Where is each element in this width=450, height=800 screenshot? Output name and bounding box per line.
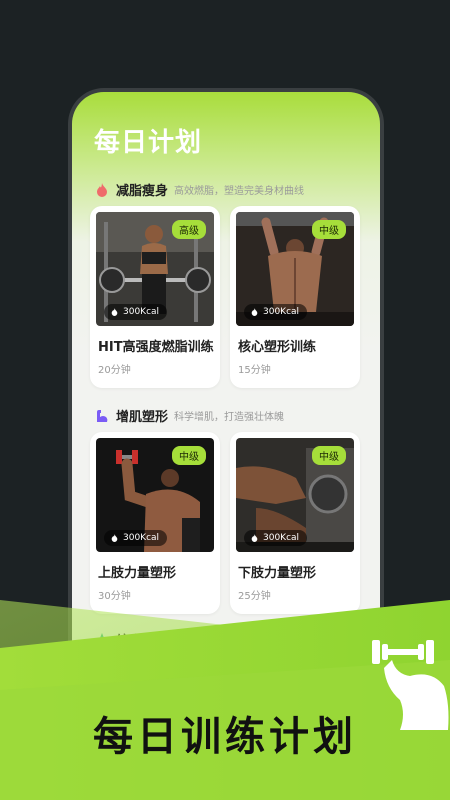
workout-photo: 高级 300Kcal bbox=[96, 212, 214, 326]
calorie-badge: 300Kcal bbox=[104, 304, 168, 320]
flame-icon bbox=[111, 534, 118, 542]
section-title: 综合能力 bbox=[116, 634, 169, 649]
star-icon bbox=[95, 632, 109, 647]
calorie-value: 300Kcal bbox=[263, 307, 300, 317]
workout-name: 上肢力量塑形 bbox=[98, 566, 177, 581]
workout-photo: 中级 300Kcal bbox=[236, 438, 354, 552]
flexed-arm-icon bbox=[97, 409, 108, 422]
workout-card-hiit[interactable]: 高级 300Kcal HIT高强度燃脂训练 20分钟 bbox=[90, 206, 220, 388]
section-subtitle: 高效燃脂，塑造完美身材曲线 bbox=[174, 186, 305, 197]
calorie-badge: 300Kcal bbox=[244, 304, 308, 320]
level-badge: 中级 bbox=[312, 446, 346, 465]
level-badge: 高级 bbox=[172, 220, 206, 239]
flame-icon bbox=[251, 308, 258, 316]
section-header-comprehensive[interactable]: 综合能力 全面提升 bbox=[94, 630, 214, 649]
calorie-badge: 300Kcal bbox=[244, 530, 308, 546]
section-subtitle: 科学增肌，打造强壮体魄 bbox=[174, 412, 285, 423]
section-header-muscle[interactable]: 增肌塑形 科学增肌，打造强壮体魄 bbox=[94, 406, 284, 425]
workout-name: HIT高强度燃脂训练 bbox=[98, 340, 214, 355]
calorie-value: 300Kcal bbox=[123, 533, 160, 543]
workout-card-upper-body[interactable]: 中级 300Kcal 上肢力量塑形 30分钟 bbox=[90, 432, 220, 614]
calorie-value: 300Kcal bbox=[123, 307, 160, 317]
phone-frame: 每日计划 减脂瘦身 高效燃脂，塑造完美身材曲线 高级 300Kcal HIT高强… bbox=[68, 88, 384, 708]
workout-card-lower-body[interactable]: 中级 300Kcal 下肢力量塑形 25分钟 bbox=[230, 432, 360, 614]
flame-icon bbox=[251, 534, 258, 542]
section-title: 增肌塑形 bbox=[116, 410, 169, 425]
section-subtitle: 全面提升 bbox=[174, 636, 215, 647]
workout-name: 下肢力量塑形 bbox=[238, 566, 317, 581]
workout-photo: 中级 300Kcal bbox=[236, 212, 354, 326]
flame-icon bbox=[97, 182, 107, 197]
page-title: 每日计划 bbox=[94, 128, 203, 158]
flame-icon bbox=[111, 308, 118, 316]
workout-duration: 15分钟 bbox=[238, 365, 271, 376]
workout-card-core[interactable]: 中级 300Kcal 核心塑形训练 15分钟 bbox=[230, 206, 360, 388]
workout-name: 核心塑形训练 bbox=[238, 340, 317, 355]
level-badge: 中级 bbox=[172, 446, 206, 465]
section-header-fat-loss[interactable]: 减脂瘦身 高效燃脂，塑造完美身材曲线 bbox=[94, 180, 304, 199]
phone-screen: 每日计划 减脂瘦身 高效燃脂，塑造完美身材曲线 高级 300Kcal HIT高强… bbox=[72, 92, 380, 704]
section-title: 减脂瘦身 bbox=[116, 184, 169, 199]
workout-photo: 中级 300Kcal bbox=[96, 438, 214, 552]
workout-duration: 30分钟 bbox=[98, 591, 131, 602]
calorie-badge: 300Kcal bbox=[104, 530, 168, 546]
calorie-value: 300Kcal bbox=[263, 533, 300, 543]
banner-title: 每日训练计划 bbox=[93, 714, 357, 760]
workout-duration: 25分钟 bbox=[238, 591, 271, 602]
level-badge: 中级 bbox=[312, 220, 346, 239]
workout-duration: 20分钟 bbox=[98, 365, 131, 376]
